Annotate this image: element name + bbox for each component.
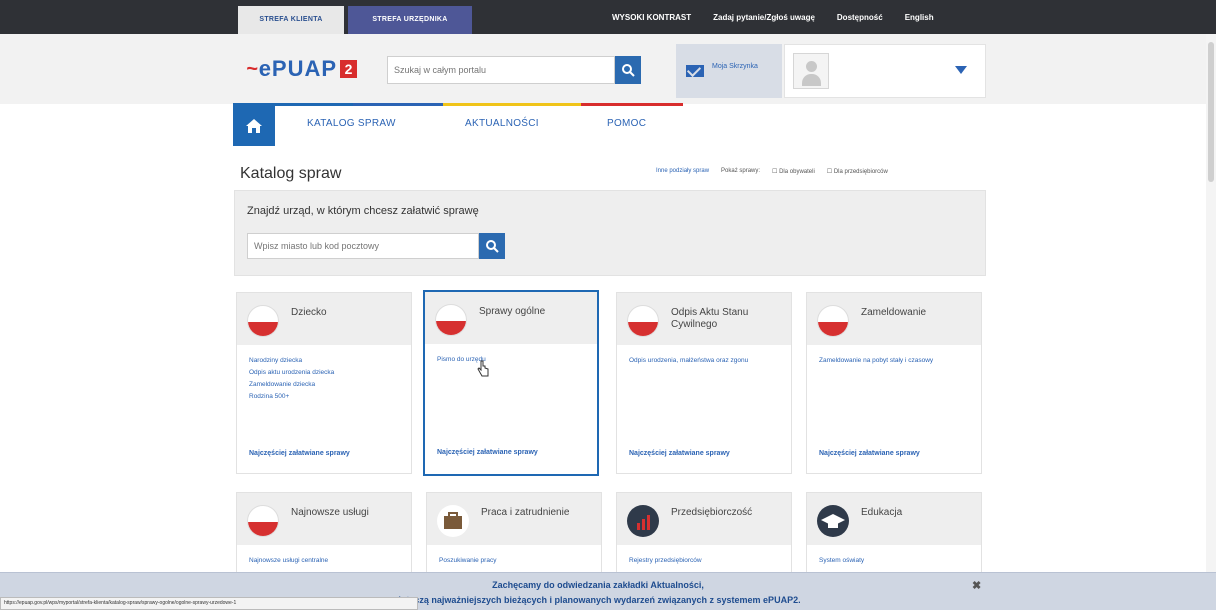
status-url: https://epuap.gov.pl/wps/myportal/strefa… (0, 597, 418, 610)
tile-title: Przedsiębiorczość (671, 507, 753, 518)
ask-question-link[interactable]: Zadaj pytanie/Zgłoś uwagę (713, 13, 815, 22)
mailbox-label: Moja Skrzynka (712, 63, 758, 70)
logo-swoosh-icon: ~ (246, 58, 258, 80)
citizens-checkbox[interactable]: ☐ Dla obywateli (772, 168, 815, 175)
home-icon (246, 119, 262, 133)
flag-icon (817, 305, 849, 337)
scrollbar[interactable] (1206, 34, 1216, 584)
tile-sprawy-ogolne[interactable]: Sprawy ogólne Pismo do urzędu Najczęście… (423, 290, 599, 476)
business-label: Dla przedsiębiorców (833, 169, 888, 175)
office-search-button[interactable] (479, 233, 505, 259)
tile-link[interactable]: Najnowsze usługi centralne (249, 555, 405, 567)
user-menu[interactable] (784, 44, 986, 98)
high-contrast-link[interactable]: WYSOKI KONTRAST (612, 13, 691, 22)
home-button[interactable] (233, 106, 275, 146)
global-search-input[interactable] (387, 56, 615, 84)
top-bar: STREFA KLIENTA STREFA URZĘDNIKA WYSOKI K… (0, 0, 1216, 34)
most-common-link[interactable]: Najczęściej załatwiane sprawy (249, 450, 350, 457)
flag-icon (435, 304, 467, 336)
scrollbar-thumb[interactable] (1208, 42, 1214, 182)
tile-links: Pismo do urzędu (437, 354, 593, 366)
office-finder: Znajdź urząd, w którym chcesz załatwić s… (234, 190, 986, 276)
top-links: WYSOKI KONTRAST Zadaj pytanie/Zgłoś uwag… (612, 0, 934, 34)
tile-link[interactable]: Rodzina 500+ (249, 391, 405, 403)
nav-news[interactable]: AKTUALNOŚCI (465, 118, 539, 129)
tile-link[interactable]: Rejestry przedsiębiorców (629, 555, 785, 567)
tile-najnowsze-uslugi[interactable]: Najnowsze usługi Najnowsze usługi centra… (236, 492, 412, 582)
tile-link[interactable]: Narodziny dziecka (249, 355, 405, 367)
tile-praca[interactable]: Praca i zatrudnienie Poszukiwanie pracy (426, 492, 602, 582)
tile-links: System oświaty (819, 555, 975, 567)
global-search (387, 56, 641, 84)
tab-official-zone[interactable]: STREFA URZĘDNIKA (348, 6, 472, 34)
citizens-label: Dla obywateli (779, 169, 815, 175)
tile-link[interactable]: Zameldowanie na pobyt stały i czasowy (819, 355, 975, 367)
tile-link[interactable]: Odpis aktu urodzenia dziecka (249, 367, 405, 379)
tile-link[interactable]: System oświaty (819, 555, 975, 567)
avatar (793, 53, 829, 89)
flag-icon (247, 305, 279, 337)
tile-link[interactable]: Odpis urodzenia, małżeństwa oraz zgonu (629, 355, 785, 367)
tile-links: Najnowsze usługi centralne (249, 555, 405, 567)
tile-title: Praca i zatrudnienie (481, 507, 570, 518)
main-nav: KATALOG SPRAW AKTUALNOŚCI POMOC (233, 106, 985, 146)
mailbox-button[interactable]: Moja Skrzynka (676, 44, 782, 98)
flag-icon (247, 505, 279, 537)
logo-text: ePUAP (258, 56, 338, 81)
tile-links: Rejestry przedsiębiorców (629, 555, 785, 567)
tile-link[interactable]: Zameldowanie dziecka (249, 379, 405, 391)
close-icon[interactable]: ✖ (972, 579, 981, 592)
tile-title: Odpis Aktu Stanu Cywilnego (671, 307, 749, 330)
envelope-icon (686, 65, 704, 77)
show-label: Pokaż sprawy: (721, 168, 761, 174)
flag-icon (627, 305, 659, 337)
chevron-down-icon[interactable] (955, 66, 967, 74)
nav-catalog[interactable]: KATALOG SPRAW (307, 118, 396, 129)
tile-title: Edukacja (861, 507, 903, 518)
tile-links: Narodziny dziecka Odpis aktu urodzenia d… (249, 355, 405, 403)
most-common-link[interactable]: Najczęściej załatwiane sprawy (629, 450, 730, 457)
tile-title: Dziecko (291, 307, 327, 318)
tile-links: Odpis urodzenia, małżeństwa oraz zgonu (629, 355, 785, 367)
tile-dziecko[interactable]: Dziecko Narodziny dziecka Odpis aktu uro… (236, 292, 412, 474)
epuap-logo[interactable]: ~ ePUAP 2 (246, 56, 358, 81)
graduation-cap-icon (817, 505, 849, 537)
other-divisions-link[interactable]: Inne podziały spraw (656, 168, 709, 175)
notice-line-1: Zachęcamy do odwiedzania zakładki Aktual… (492, 580, 704, 590)
tile-link[interactable]: Poszukiwanie pracy (439, 555, 595, 567)
office-finder-prompt: Znajdź urząd, w którym chcesz załatwić s… (247, 205, 479, 217)
hand-cursor-icon (477, 360, 489, 377)
tile-title: Zameldowanie (861, 307, 927, 318)
page-title: Katalog spraw (240, 165, 342, 182)
search-icon (622, 64, 635, 77)
office-search-input[interactable] (247, 233, 479, 259)
tile-link[interactable]: Pismo do urzędu (437, 354, 593, 366)
tile-edukacja[interactable]: Edukacja System oświaty (806, 492, 982, 582)
most-common-link[interactable]: Najczęściej załatwiane sprawy (819, 450, 920, 457)
tile-title: Sprawy ogólne (479, 306, 546, 317)
bar-chart-icon (627, 505, 659, 537)
logo-number: 2 (340, 60, 358, 78)
tile-title: Najnowsze usługi (291, 507, 369, 518)
business-checkbox[interactable]: ☐ Dla przedsiębiorców (827, 168, 888, 175)
tile-links: Zameldowanie na pobyt stały i czasowy (819, 355, 975, 367)
tile-przedsiebiorczosc[interactable]: Przedsiębiorczość Rejestry przedsiębiorc… (616, 492, 792, 582)
tile-zameldowanie[interactable]: Zameldowanie Zameldowanie na pobyt stały… (806, 292, 982, 474)
nav-help[interactable]: POMOC (607, 118, 646, 129)
tile-odpis-aktu[interactable]: Odpis Aktu Stanu Cywilnego Odpis urodzen… (616, 292, 792, 474)
accessibility-link[interactable]: Dostępność (837, 13, 883, 22)
global-search-button[interactable] (615, 56, 641, 84)
tab-client-zone[interactable]: STREFA KLIENTA (238, 6, 344, 34)
most-common-link[interactable]: Najczęściej załatwiane sprawy (437, 449, 538, 456)
tile-links: Poszukiwanie pracy (439, 555, 595, 567)
english-link[interactable]: English (905, 13, 934, 22)
search-icon (486, 240, 499, 253)
briefcase-icon (437, 505, 469, 537)
catalog-options: Inne podziały spraw Pokaż sprawy: ☐ Dla … (656, 168, 888, 175)
